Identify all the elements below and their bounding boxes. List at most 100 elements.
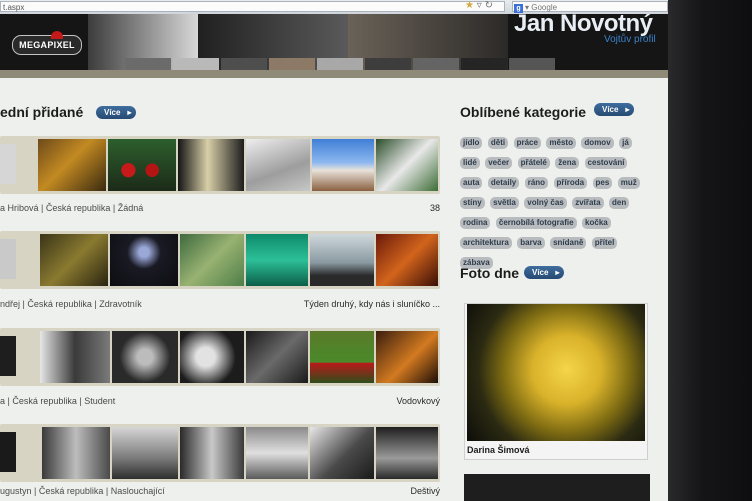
category-tag[interactable]: muž [617, 177, 640, 189]
photo-row [0, 136, 440, 194]
browser-toolbar: t.aspx ★ ▿ ↻ g ▾ Google [0, 0, 668, 15]
category-tag[interactable]: práce [513, 137, 541, 149]
avatar[interactable] [0, 336, 16, 376]
photo-row-meta: a | Česká republika | Student Vodovkový [0, 396, 440, 406]
category-tag[interactable]: žena [555, 157, 580, 169]
category-tag[interactable]: barva [517, 237, 545, 249]
category-tag[interactable]: domov [581, 137, 614, 149]
search-placeholder: Google [531, 3, 558, 12]
latest-photos-section: ední přidané Více a Hribová | Česká repu… [0, 78, 446, 501]
photo-thumbnail[interactable] [40, 331, 110, 383]
monitor-bezel [668, 0, 752, 501]
category-tag[interactable]: světla [490, 197, 519, 209]
category-tag[interactable]: já [619, 137, 632, 149]
category-tag[interactable]: přátelé [517, 157, 550, 169]
header-divider [0, 70, 668, 78]
row-caption[interactable]: Týden druhý, kdy nás i sluníčko ... [304, 299, 440, 309]
photo-thumbnail[interactable] [42, 427, 110, 479]
photo-thumbnail[interactable] [110, 234, 178, 286]
photo-row-meta: a Hribová | Česká republika | Žádná 38 [0, 203, 440, 213]
photo-thumbnail[interactable] [40, 234, 108, 286]
category-tag[interactable]: černobílá fotografie [495, 217, 577, 229]
category-tag[interactable]: snídaně [550, 237, 587, 249]
categories-more-button[interactable]: Více [594, 103, 635, 116]
latest-more-button[interactable]: Více [96, 106, 137, 119]
author-info[interactable]: ugustyn | Česká republika | Naslouchajíc… [0, 486, 165, 496]
search-input[interactable]: g ▾ Google [512, 1, 668, 13]
photo-of-day-author[interactable]: Darina Šimová [467, 445, 530, 455]
photo-thumbnail[interactable] [180, 427, 244, 479]
photo-thumbnail[interactable] [178, 139, 244, 191]
author-info[interactable]: a Hribová | Česká republika | Žádná [0, 203, 143, 213]
author-info[interactable]: a | Česká republika | Student [0, 396, 115, 406]
category-tag[interactable]: pes [592, 177, 613, 189]
photo-of-day-title: Foto dne [460, 265, 520, 281]
category-tag[interactable]: stíny [460, 197, 485, 209]
avatar[interactable] [0, 432, 16, 472]
photo-row-meta: ugustyn | Česká republika | Naslouchajíc… [0, 486, 440, 496]
photo-thumbnail[interactable] [246, 139, 310, 191]
main-content: ední přidané Více a Hribová | Česká repu… [0, 78, 668, 501]
latest-section-title: ední přidané [0, 104, 84, 120]
category-tag[interactable]: děti [487, 137, 509, 149]
reload-icon[interactable]: ↻ [485, 0, 493, 11]
row-caption[interactable]: 38 [430, 203, 440, 213]
category-tag[interactable]: příroda [553, 177, 588, 189]
category-tag[interactable]: cestování [584, 157, 628, 169]
photo-thumbnail[interactable] [376, 427, 438, 479]
logo-mark-icon [51, 31, 63, 39]
row-caption[interactable]: Deštivý [410, 486, 440, 496]
profile-link[interactable]: Vojtův profil [604, 34, 656, 45]
photo-thumbnail[interactable] [310, 234, 374, 286]
photo-thumbnail[interactable] [246, 234, 308, 286]
photo-thumbnail[interactable] [312, 139, 374, 191]
categories-title: Oblíbené kategorie [460, 104, 587, 120]
category-tag-cloud: jídlo děti práce město domov já lidé več… [460, 132, 650, 272]
star-icon[interactable]: ★ [465, 0, 474, 11]
photo-thumbnail[interactable] [180, 331, 244, 383]
category-tag[interactable]: rodina [460, 217, 491, 229]
g-icon: g [514, 4, 523, 13]
photo-thumbnail[interactable] [108, 139, 176, 191]
category-tag[interactable]: detaily [487, 177, 520, 189]
category-tag[interactable]: auta [460, 177, 483, 189]
photo-row [0, 231, 440, 289]
photo-thumbnail[interactable] [112, 331, 178, 383]
dropdown-icon[interactable]: ▿ [477, 0, 482, 11]
avatar[interactable] [0, 144, 16, 184]
photo-thumbnail[interactable] [38, 139, 106, 191]
photo-thumbnail[interactable] [376, 234, 438, 286]
category-tag[interactable]: město [546, 137, 576, 149]
photo-of-day-more-button[interactable]: Více [524, 266, 565, 279]
category-tag[interactable]: večer [485, 157, 513, 169]
photo-thumbnail[interactable] [246, 427, 308, 479]
logo-text: MEGAPIXEL [19, 40, 75, 50]
row-caption[interactable]: Vodovkový [396, 396, 440, 406]
author-info[interactable]: ndřej | Česká republika | Zdravotník [0, 299, 142, 309]
photo-thumbnail[interactable] [376, 331, 438, 383]
category-tag[interactable]: jídlo [460, 137, 483, 149]
photo-thumbnail[interactable] [246, 331, 308, 383]
category-tag[interactable]: den [609, 197, 630, 209]
category-tag[interactable]: přítel [591, 237, 618, 249]
header-thumbnail-strip [125, 58, 555, 70]
photo-thumbnail[interactable] [376, 139, 438, 191]
photo-thumbnail[interactable] [112, 427, 178, 479]
photo-thumbnail[interactable] [310, 427, 374, 479]
category-tag[interactable]: zvířata [572, 197, 604, 209]
category-tag[interactable]: kočka [582, 217, 611, 229]
address-bar-icons: ★ ▿ ↻ [465, 0, 493, 12]
photo-thumbnail[interactable] [310, 331, 374, 383]
photo-of-day-image[interactable] [467, 304, 645, 441]
photo-of-day-card[interactable]: Darina Šimová [464, 303, 648, 460]
photo-thumbnail[interactable] [180, 234, 244, 286]
category-tag[interactable]: architektura [460, 237, 512, 249]
category-tag[interactable]: volný čas [524, 197, 567, 209]
photo-row [0, 424, 440, 482]
megapixel-logo[interactable]: MEGAPIXEL [12, 31, 82, 55]
category-tag[interactable]: ráno [524, 177, 549, 189]
next-photo-preview[interactable] [464, 474, 650, 501]
avatar[interactable] [0, 239, 16, 279]
address-bar[interactable]: t.aspx [0, 1, 505, 12]
category-tag[interactable]: lidé [460, 157, 480, 169]
